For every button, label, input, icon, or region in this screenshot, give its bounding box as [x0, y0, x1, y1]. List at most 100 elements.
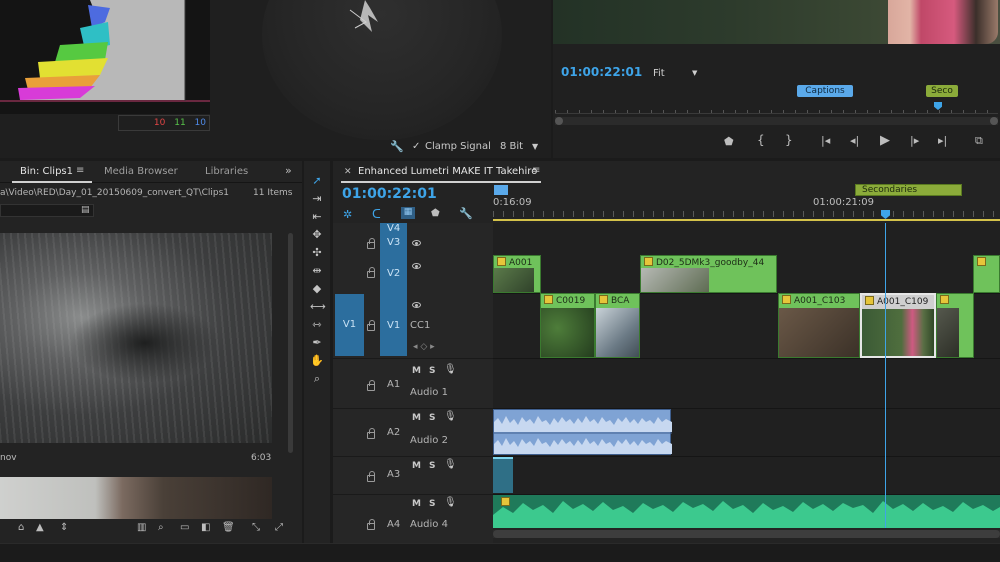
- mic-icon-a4[interactable]: 🎙: [444, 497, 457, 508]
- eye-icon-v1[interactable]: [412, 302, 421, 308]
- eye-icon-v2[interactable]: [412, 263, 421, 269]
- add-marker-icon[interactable]: ⬟: [724, 135, 734, 148]
- monitor-time-ruler[interactable]: [555, 104, 998, 114]
- lock-icon-a4[interactable]: [367, 519, 375, 530]
- clip-v2-d02[interactable]: D02_5DMk3_goodby_44: [640, 255, 777, 293]
- fit-chevron-icon[interactable]: ▼: [692, 69, 697, 77]
- track-a4[interactable]: A4: [387, 519, 400, 530]
- scroll-thumb[interactable]: [493, 530, 1000, 538]
- mic-icon-a3[interactable]: 🎙: [444, 459, 457, 470]
- ripple-edit-icon[interactable]: ✥: [310, 228, 324, 242]
- lock-icon-a2[interactable]: [367, 428, 375, 439]
- mic-icon-a1[interactable]: 🎙: [444, 364, 457, 375]
- mute-button-a4[interactable]: M: [412, 499, 421, 509]
- sort-icon[interactable]: ⇕: [60, 522, 68, 533]
- step-forward-icon[interactable]: |▸: [910, 134, 919, 147]
- mark-out-icon[interactable]: }: [785, 133, 793, 147]
- go-to-out-icon[interactable]: ▸|: [938, 134, 947, 147]
- folder-icon[interactable]: ▤: [81, 205, 90, 215]
- solo-button-a2[interactable]: S: [429, 413, 435, 423]
- eye-icon-v3[interactable]: [412, 240, 421, 246]
- clip-v1-end[interactable]: [936, 293, 974, 358]
- wrench-icon[interactable]: 🔧: [390, 140, 404, 153]
- tab-menu-icon[interactable]: ≡: [76, 165, 84, 176]
- lock-bin-icon[interactable]: ⌂: [18, 522, 24, 533]
- track-v1[interactable]: V1: [387, 320, 400, 331]
- lock-icon-v3[interactable]: [367, 238, 375, 249]
- clip-thumbnail[interactable]: [0, 233, 272, 443]
- fit-select[interactable]: Fit: [653, 68, 665, 79]
- rolling-edit-icon[interactable]: ✣: [310, 246, 324, 260]
- tab-bin-clips1[interactable]: Bin: Clips1: [20, 166, 73, 177]
- more-tabs-icon[interactable]: »: [285, 164, 292, 177]
- marker-seco[interactable]: Seco: [926, 85, 958, 97]
- bit-depth-select[interactable]: 8 Bit: [500, 141, 523, 152]
- lock-icon-v1[interactable]: [367, 320, 375, 331]
- track-a1[interactable]: A1: [387, 379, 400, 390]
- clip-v2-end[interactable]: [973, 255, 1000, 293]
- solo-button-a4[interactable]: S: [429, 499, 435, 509]
- export-frame-icon[interactable]: ⧉: [975, 134, 983, 148]
- slide-icon[interactable]: ⇿: [310, 318, 324, 332]
- timeline-playhead-handle[interactable]: [881, 210, 890, 219]
- solo-button-a3[interactable]: S: [429, 461, 435, 471]
- audio-clip-a4[interactable]: [493, 495, 1000, 528]
- time-ruler[interactable]: 0:16:09 01:00:21:09 Secondaries: [493, 183, 1000, 223]
- wrench-icon-tl[interactable]: 🔧: [459, 207, 473, 220]
- keyframe-nav-icon[interactable]: ◂ ◇ ▸: [413, 342, 435, 352]
- track-v2[interactable]: V2: [387, 268, 400, 279]
- chevron-down-icon[interactable]: ▼: [532, 142, 538, 151]
- marker-secondaries[interactable]: Secondaries: [855, 184, 962, 196]
- expand-icon[interactable]: ⤢: [275, 522, 283, 533]
- mark-in-icon[interactable]: {: [757, 133, 765, 147]
- clamp-signal-label[interactable]: Clamp Signal: [425, 141, 491, 152]
- track-v3[interactable]: V3: [387, 237, 400, 248]
- track-area[interactable]: A001 D02_5DMk3_goodby_44 C0019 BCA A001_…: [493, 223, 1000, 528]
- mute-button-a3[interactable]: M: [412, 461, 421, 471]
- mic-icon-a2[interactable]: 🎙: [444, 411, 457, 422]
- lock-icon-a3[interactable]: [367, 471, 375, 482]
- timeline-playhead-line[interactable]: [885, 223, 886, 528]
- add-marker-tl-icon[interactable]: ▦: [401, 207, 415, 219]
- mute-button-a2[interactable]: M: [412, 413, 421, 423]
- track-a2[interactable]: A2: [387, 427, 400, 438]
- play-icon[interactable]: ▶: [880, 133, 890, 148]
- zoom-handle-left[interactable]: [555, 117, 563, 125]
- clip-v1-a001-c109[interactable]: A001_C109: [860, 293, 936, 358]
- automate-icon[interactable]: ▥: [137, 522, 146, 533]
- track-select-back-icon[interactable]: ⇤: [310, 210, 324, 224]
- marker-captions[interactable]: Captions: [797, 85, 853, 97]
- lock-icon-a1[interactable]: [367, 380, 375, 391]
- collapse-icon[interactable]: ⤡: [252, 522, 260, 533]
- new-bin-icon[interactable]: ▭: [180, 522, 189, 533]
- lock-icon-v2[interactable]: [367, 267, 375, 278]
- trash-icon[interactable]: 🗑: [222, 522, 235, 533]
- search-icon[interactable]: ⌕: [158, 522, 164, 533]
- track-a3[interactable]: A3: [387, 469, 400, 480]
- hand-icon[interactable]: ✋: [310, 354, 324, 368]
- clip-v1-bca[interactable]: BCA: [595, 293, 640, 358]
- razor-icon[interactable]: ◆: [310, 282, 324, 296]
- timeline-scrollbar[interactable]: [493, 530, 1000, 538]
- tab-media-browser[interactable]: Media Browser: [104, 166, 178, 177]
- clip-thumbnail-2[interactable]: [0, 477, 272, 519]
- program-timecode[interactable]: 01:00:22:01: [561, 65, 642, 79]
- rate-stretch-icon[interactable]: ⇹: [310, 264, 324, 278]
- sequence-menu-icon[interactable]: ≡: [532, 165, 540, 176]
- slip-icon[interactable]: ⟷: [310, 300, 326, 314]
- timeline-timecode[interactable]: 01:00:22:01: [342, 186, 437, 202]
- clip-v2-a001[interactable]: A001: [493, 255, 541, 293]
- zoom-slider-icon[interactable]: ▲: [36, 522, 44, 533]
- clip-v1-a001-c103[interactable]: A001_C103: [778, 293, 860, 358]
- monitor-zoom-bar[interactable]: [555, 117, 998, 125]
- clamp-signal-check[interactable]: ✓: [412, 141, 420, 152]
- work-area-bar[interactable]: [493, 219, 1000, 221]
- new-item-icon[interactable]: ◧: [201, 522, 210, 533]
- source-v1-patch[interactable]: V1: [335, 294, 364, 356]
- step-back-icon[interactable]: ◂|: [850, 134, 859, 147]
- track-select-tool-icon[interactable]: ⇥: [310, 192, 324, 206]
- solo-button-a1[interactable]: S: [429, 366, 435, 376]
- audio-clip-a2[interactable]: [493, 409, 672, 455]
- track-v4[interactable]: V4: [387, 223, 400, 234]
- go-to-in-icon[interactable]: |◂: [821, 134, 830, 147]
